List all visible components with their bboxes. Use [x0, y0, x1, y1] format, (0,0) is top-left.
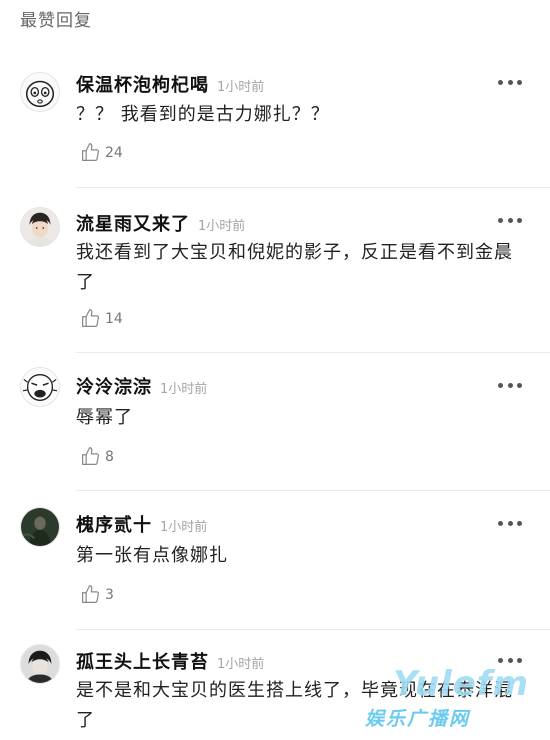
like-count: 8	[105, 448, 114, 465]
like-button[interactable]: 14	[80, 308, 123, 329]
like-count: 3	[105, 586, 114, 603]
like-count: 14	[105, 310, 123, 327]
more-options-icon[interactable]	[498, 216, 522, 224]
thumbs-up-icon	[82, 309, 100, 327]
comment-time: 1小时前	[160, 382, 208, 397]
meme-face-avatar[interactable]	[20, 367, 60, 407]
cartoon-face-avatar[interactable]	[20, 72, 60, 112]
more-options-icon[interactable]	[498, 78, 522, 86]
more-options-icon[interactable]	[498, 381, 522, 389]
like-button[interactable]: 24	[80, 142, 123, 163]
section-title: 最赞回复	[20, 11, 92, 31]
more-options-icon[interactable]	[498, 519, 522, 527]
comment-username[interactable]: 保温杯泡枸杞喝 1小时前	[76, 71, 264, 97]
comment-username[interactable]: 槐序贰十 1小时前	[76, 511, 207, 537]
more-options-icon[interactable]	[498, 656, 522, 664]
thumbs-up-icon	[82, 447, 100, 465]
divider	[76, 352, 550, 353]
comment-text: ？？ 我看到的是古力娜扎？？	[76, 104, 330, 125]
comment-time: 1小时前	[217, 657, 265, 672]
comment-username[interactable]: 流星雨又来了 1小时前	[76, 210, 245, 236]
comment-text: 是不是和大宝贝的医生搭上线了，毕竟现在在泰洋混了	[76, 680, 513, 731]
divider	[76, 490, 550, 491]
man-portrait-avatar[interactable]	[20, 207, 60, 247]
comment-text: 我还看到了大宝贝和倪妮的影子，反正是看不到金晨了	[76, 242, 513, 293]
comment-text: 第一张有点像娜扎	[76, 545, 228, 566]
divider	[76, 629, 550, 630]
man-portrait-avatar[interactable]	[20, 644, 60, 684]
divider	[76, 187, 550, 188]
comment-time: 1小时前	[160, 520, 208, 535]
like-button[interactable]: 8	[80, 446, 114, 467]
like-button[interactable]: 3	[80, 584, 114, 605]
thumbs-up-icon	[82, 143, 100, 161]
like-count: 24	[105, 144, 123, 161]
thumbs-up-icon	[82, 585, 100, 603]
comment-time: 1小时前	[198, 219, 246, 234]
comment-time: 1小时前	[217, 80, 265, 95]
comment-username[interactable]: 孤王头上长青苔 1小时前	[76, 648, 264, 674]
dark-portrait-avatar[interactable]	[20, 507, 60, 547]
comment-username[interactable]: 泠泠淙淙 1小时前	[76, 373, 207, 399]
comment-text: 辱幂了	[76, 407, 133, 428]
